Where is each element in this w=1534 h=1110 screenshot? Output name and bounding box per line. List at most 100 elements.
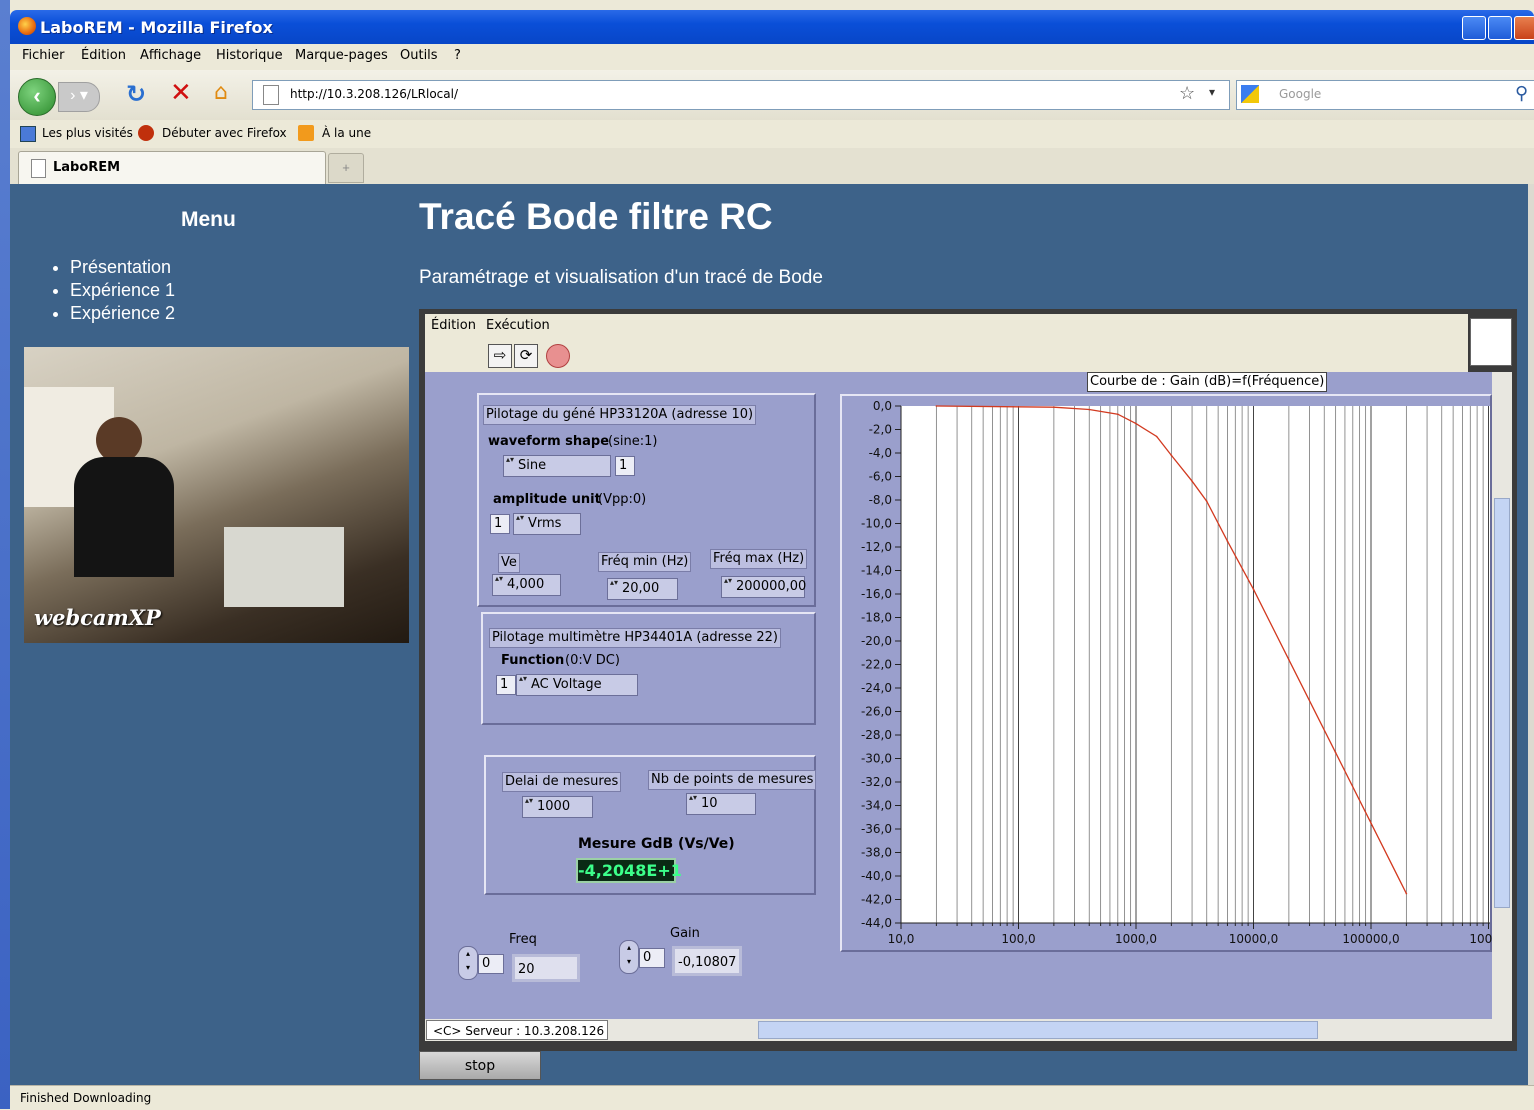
x-tick-label: 10,0 [888, 932, 915, 946]
sidebar-item-presentation[interactable]: Présentation [70, 256, 175, 279]
desktop-background [0, 0, 10, 1109]
page-subtitle: Paramétrage et visualisation d'un tracé … [419, 267, 823, 288]
run-arrow-icon[interactable]: ⇨ [488, 344, 512, 368]
x-tick-label: 100,0 [1001, 932, 1035, 946]
data-point [1135, 422, 1137, 425]
abort-icon[interactable] [546, 344, 570, 368]
amplitude-label: amplitude unit [493, 492, 601, 507]
tab-laborem[interactable]: LaboREM [18, 151, 326, 184]
generator-title: Pilotage du géné HP33120A (adresse 10) [483, 405, 757, 425]
sidebar-item-experience-1[interactable]: Expérience 1 [70, 279, 175, 302]
bookmark-getting-started[interactable]: Débuter avec Firefox [162, 126, 287, 140]
lv-menu-execution[interactable]: Exécution [486, 318, 550, 333]
y-tick-label: -8,0 [869, 493, 892, 507]
scroll-thumb[interactable] [758, 1021, 1318, 1039]
delay-label: Delai de mesures [502, 772, 622, 792]
y-tick-label: -24,0 [861, 681, 892, 695]
waveform-hint: (sine:1) [608, 434, 658, 449]
data-point [935, 405, 938, 407]
data-point [1370, 822, 1372, 824]
window-title-bar[interactable]: LaboREM - Mozilla Firefox [10, 10, 1534, 44]
reload-icon[interactable]: ↻ [126, 80, 146, 108]
window-title: LaboREM - Mozilla Firefox [40, 18, 273, 37]
menu-outils[interactable]: Outils [400, 48, 438, 63]
maximize-button[interactable] [1488, 16, 1512, 40]
gain-label: Gain [670, 926, 700, 941]
gain-index-stepper[interactable]: ▴ ▾ [619, 940, 639, 974]
ve-input[interactable]: 4,000 [492, 573, 561, 596]
new-tab-button[interactable]: + [328, 153, 364, 183]
fmax-input[interactable]: 200000,00 [721, 575, 806, 598]
chart-title: Courbe de : Gain (dB)=f(Fréquence) [1087, 372, 1328, 392]
search-input[interactable]: Google ⚲ [1236, 80, 1534, 110]
freq-index[interactable]: 0 [478, 954, 504, 974]
y-tick-label: -32,0 [861, 775, 892, 789]
menu-historique[interactable]: Historique [216, 48, 283, 63]
plot-area [901, 406, 1490, 923]
server-status: <C> Serveur : 10.3.208.126 [426, 1020, 608, 1040]
y-tick-label: -6,0 [869, 470, 892, 484]
fmax-label: Fréq max (Hz) [710, 549, 808, 569]
points-input[interactable]: 10 [686, 792, 756, 815]
browser-menubar: Fichier Édition Affichage Historique Mar… [10, 44, 1534, 70]
freq-label: Freq [509, 932, 537, 947]
delay-input[interactable]: 1000 [522, 795, 593, 818]
y-tick-label: -28,0 [861, 728, 892, 742]
google-icon [1241, 85, 1259, 103]
data-point [1053, 406, 1055, 408]
gain-index[interactable]: 0 [639, 948, 665, 968]
y-tick-label: -12,0 [861, 540, 892, 554]
status-bar: Finished Downloading [10, 1085, 1534, 1110]
multimeter-title: Pilotage multimètre HP34401A (adresse 22… [489, 628, 781, 648]
stop-icon[interactable]: ✕ [170, 78, 192, 108]
scroll-thumb[interactable] [1494, 498, 1510, 908]
forward-button[interactable]: › ▾ [58, 82, 100, 112]
y-tick-label: -44,0 [861, 916, 892, 930]
back-button[interactable]: ‹ [18, 78, 56, 116]
chart-grid [900, 406, 1490, 923]
person-body [74, 457, 174, 577]
y-tick-label: -38,0 [861, 846, 892, 860]
data-point [1116, 413, 1119, 416]
function-hint: (0:V DC) [565, 653, 620, 668]
y-tick-label: -20,0 [861, 634, 892, 648]
menu-fichier[interactable]: Fichier [22, 48, 65, 63]
search-icon[interactable]: ⚲ [1515, 83, 1528, 104]
y-tick-label: -36,0 [861, 822, 892, 836]
fmin-input[interactable]: 20,00 [607, 577, 678, 600]
page-scrollbar[interactable] [1528, 184, 1534, 1085]
home-icon[interactable]: ⌂ [214, 80, 228, 105]
star-icon[interactable]: ☆ [1179, 83, 1195, 104]
menu-marque-pages[interactable]: Marque-pages [295, 48, 388, 63]
y-tick-label: -18,0 [861, 611, 892, 625]
vi-icon [1470, 318, 1512, 366]
bookmarks-bar: Les plus visités Débuter avec Firefox À … [10, 120, 1534, 149]
function-ring[interactable]: AC Voltage [516, 673, 638, 696]
bookmark-most-visited[interactable]: Les plus visités [42, 126, 133, 140]
panel-vertical-scrollbar[interactable] [1492, 372, 1512, 1019]
data-point [1288, 659, 1290, 661]
run-continuous-icon[interactable]: ⟳ [514, 344, 538, 368]
menu-edition[interactable]: Édition [81, 48, 126, 63]
y-tick-label: 0,0 [873, 399, 892, 413]
x-axis-ticks: 10,0 100,0 1000,0 10000,0 100000,0 10000 [888, 922, 1492, 946]
waveform-label: waveform shape [488, 434, 610, 449]
waveform-index: 1 [615, 456, 635, 476]
menu-help[interactable]: ? [454, 48, 461, 63]
amplitude-ring[interactable]: Vrms [513, 512, 581, 535]
lv-menu-edition[interactable]: Édition [431, 318, 476, 333]
freq-index-stepper[interactable]: ▴ ▾ [458, 946, 478, 980]
close-button[interactable] [1514, 16, 1534, 40]
waveform-ring[interactable]: Sine [503, 454, 611, 477]
chevron-down-icon[interactable]: ▾ [1209, 85, 1215, 99]
rss-icon [298, 125, 314, 141]
sidebar-item-experience-2[interactable]: Expérience 2 [70, 302, 175, 325]
page-icon [31, 159, 46, 178]
minimize-button[interactable] [1462, 16, 1486, 40]
bookmark-a-la-une[interactable]: À la une [322, 126, 371, 140]
menu-affichage[interactable]: Affichage [140, 48, 201, 63]
data-point [1226, 540, 1229, 542]
gain-value: -0,10807 [672, 946, 742, 976]
ve-label: Ve [498, 553, 520, 573]
stop-button[interactable]: stop [419, 1051, 541, 1080]
